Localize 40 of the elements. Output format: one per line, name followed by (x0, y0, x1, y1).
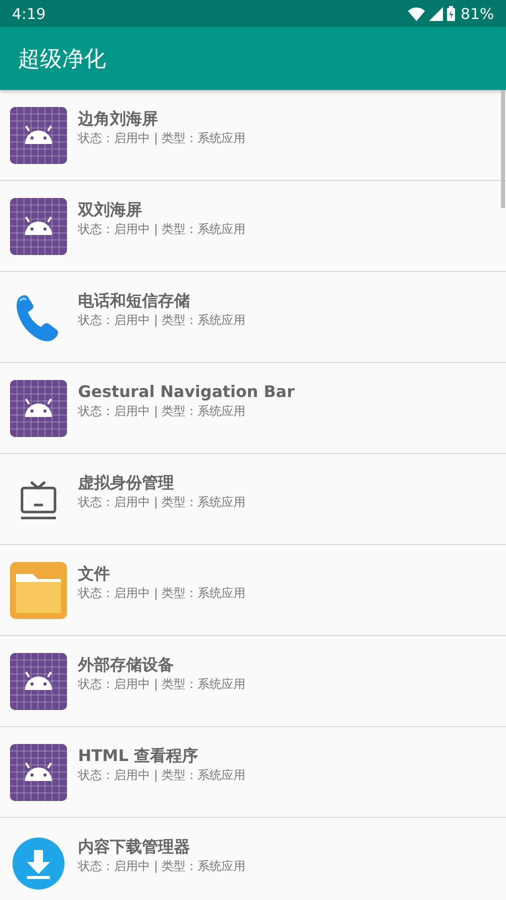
app-name: Gestural Navigation Bar (78, 382, 295, 402)
list-item[interactable]: 电话和短信存储 状态：启用中 | 类型：系统应用 (0, 272, 506, 363)
list-item[interactable]: 内容下载管理器 状态：启用中 | 类型：系统应用 (0, 818, 506, 900)
list-item[interactable]: 虚拟身份管理 状态：启用中 | 类型：系统应用 (0, 454, 506, 545)
list-item[interactable]: 外部存储设备 状态：启用中 | 类型：系统应用 (0, 636, 506, 727)
app-name: 边角刘海屏 (78, 108, 158, 128)
android-icon (10, 198, 67, 254)
app-details: 状态：启用中 | 类型：系统应用 (78, 402, 246, 420)
app-name: 文件 (78, 564, 110, 584)
battery-icon (446, 6, 455, 21)
app-details: 状态：启用中 | 类型：系统应用 (78, 766, 246, 784)
folder-icon (10, 562, 67, 618)
app-name: 双刘海屏 (78, 200, 142, 220)
list-item[interactable]: 双刘海屏 状态：启用中 | 类型：系统应用 (0, 181, 506, 272)
android-icon (10, 652, 67, 710)
list-item[interactable]: Gestural Navigation Bar 状态：启用中 | 类型：系统应用 (0, 363, 506, 454)
app-name: 内容下载管理器 (78, 836, 190, 856)
app-details: 状态：启用中 | 类型：系统应用 (78, 312, 246, 328)
app-name: 外部存储设备 (78, 654, 174, 674)
app-details: 状态：启用中 | 类型：系统应用 (78, 858, 246, 874)
battery-level: 81% (460, 4, 494, 22)
list-item[interactable]: HTML 查看程序 状态：启用中 | 类型：系统应用 (0, 727, 506, 818)
app-name: HTML 查看程序 (78, 746, 198, 766)
download-icon (10, 834, 67, 892)
wifi-icon (408, 6, 425, 20)
list-item[interactable]: 文件 状态：启用中 | 类型：系统应用 (0, 545, 506, 636)
app-details: 状态：启用中 | 类型：系统应用 (78, 676, 246, 692)
app-name: 电话和短信存储 (78, 290, 190, 310)
app-title: 超级净化 (18, 46, 106, 74)
signal-icon (428, 6, 443, 20)
app-details: 状态：启用中 | 类型：系统应用 (78, 494, 246, 510)
android-icon (10, 744, 67, 800)
android-icon (10, 380, 67, 436)
clock: 4:19 (12, 4, 46, 22)
app-details: 状态：启用中 | 类型：系统应用 (78, 220, 246, 238)
app-name: 虚拟身份管理 (78, 472, 174, 492)
android-icon (10, 106, 67, 164)
list-item[interactable]: 边角刘海屏 状态：启用中 | 类型：系统应用 (0, 90, 506, 181)
app-details: 状态：启用中 | 类型：系统应用 (78, 130, 246, 146)
app-details: 状态：启用中 | 类型：系统应用 (78, 584, 246, 602)
